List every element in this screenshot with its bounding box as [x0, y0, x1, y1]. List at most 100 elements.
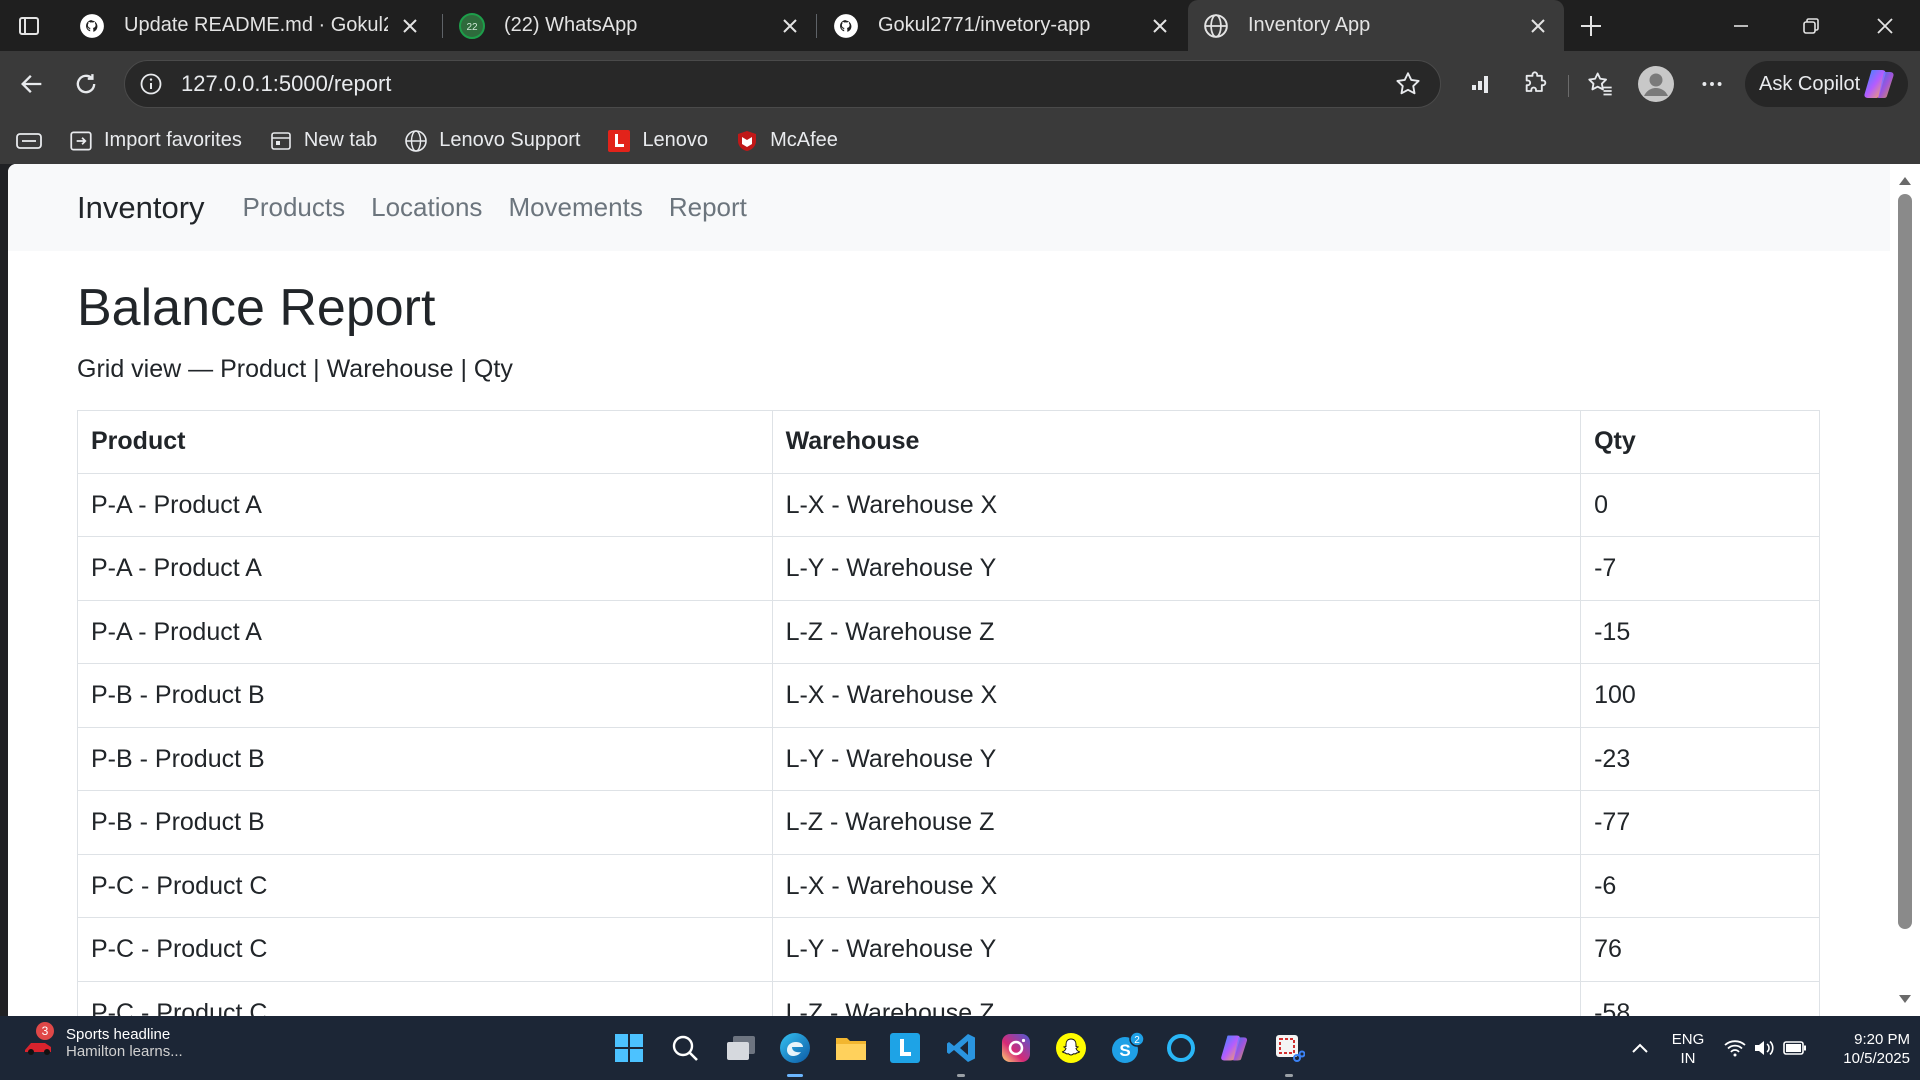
taskbar-snapchat[interactable]	[1052, 1029, 1090, 1067]
battery-status[interactable]	[1780, 1016, 1810, 1080]
taskbar-copilot[interactable]	[1216, 1029, 1254, 1067]
ask-copilot-button[interactable]: Ask Copilot	[1745, 61, 1908, 107]
restore-button[interactable]	[1776, 0, 1846, 51]
new-tab-button[interactable]	[1574, 9, 1608, 43]
scrollbar-thumb[interactable]	[1898, 194, 1912, 929]
sidebar-icon	[16, 132, 42, 149]
windows-start-icon	[615, 1034, 643, 1062]
cell-product: P-B - Product B	[77, 790, 773, 855]
tab-actions-button[interactable]	[14, 11, 44, 41]
page-subtitle: Grid view — Product | Warehouse | Qty	[77, 354, 513, 383]
more-menu-button[interactable]	[1692, 64, 1732, 104]
favorite-import[interactable]: Import favorites	[68, 128, 242, 154]
globe-icon	[1202, 12, 1230, 40]
back-button[interactable]	[12, 64, 52, 104]
scroll-down-arrow-icon[interactable]	[1896, 992, 1914, 1006]
favorite-lenovo-support[interactable]: Lenovo Support	[403, 128, 580, 154]
taskbar-vscode[interactable]	[942, 1029, 980, 1077]
close-tab-icon[interactable]	[1148, 14, 1172, 38]
tab-title: (22) WhatsApp	[504, 14, 638, 36]
taskbar-skype[interactable]: S2	[1108, 1029, 1146, 1067]
news-widget[interactable]: 3 Sports headline Hamilton learns...	[22, 1022, 183, 1060]
tab-title: Gokul2771/invetory-app	[878, 14, 1091, 36]
favorite-lenovo[interactable]: Lenovo	[606, 128, 708, 154]
svg-text:2: 2	[1134, 1035, 1140, 1046]
taskbar-file-explorer[interactable]	[832, 1029, 870, 1067]
close-tab-icon[interactable]	[1526, 14, 1550, 38]
whatsapp-icon: 22	[458, 12, 486, 40]
extension-button[interactable]	[1460, 64, 1500, 104]
taskbar-edge[interactable]	[776, 1029, 814, 1077]
vscode-icon	[947, 1034, 975, 1062]
favorite-label: Lenovo	[642, 129, 709, 151]
close-tab-icon[interactable]	[778, 14, 802, 38]
nav-link-locations[interactable]: Locations	[371, 192, 482, 223]
favorite-star-icon[interactable]	[1392, 68, 1424, 100]
taskbar-instagram[interactable]	[997, 1029, 1035, 1067]
taskbar-snipping-tool[interactable]	[1270, 1029, 1308, 1077]
table-row: P-B - Product B L-Y - Warehouse Y -23	[77, 726, 1820, 792]
close-icon	[1877, 17, 1893, 34]
restore-icon	[1803, 17, 1819, 34]
minimize-icon	[1734, 24, 1748, 27]
column-header-product: Product	[77, 409, 773, 474]
address-bar[interactable]: 127.0.0.1:5000/report	[124, 60, 1441, 108]
github-icon	[832, 12, 860, 40]
cell-warehouse: L-Z - Warehouse Z	[771, 599, 1582, 665]
region-code: IN	[1680, 1050, 1696, 1067]
navbar-brand[interactable]: Inventory	[77, 190, 205, 226]
tray-overflow-button[interactable]	[1622, 1016, 1658, 1080]
favorite-new-tab[interactable]: New tab	[268, 128, 377, 154]
sidebar-toggle-button[interactable]	[14, 128, 44, 154]
scroll-up-arrow-icon[interactable]	[1896, 174, 1914, 188]
folder-icon	[836, 1038, 866, 1060]
signal-extension-icon	[1472, 76, 1488, 93]
instagram-icon	[1002, 1034, 1030, 1062]
language-code: ENG	[1671, 1031, 1705, 1048]
start-button[interactable]	[610, 1029, 648, 1067]
wifi-status[interactable]	[1720, 1016, 1750, 1080]
globe-icon	[403, 128, 429, 154]
tab-separator	[816, 14, 817, 38]
nav-link-products[interactable]: Products	[243, 192, 346, 223]
volume-status[interactable]	[1750, 1016, 1778, 1080]
taskbar-cortana[interactable]	[1162, 1029, 1200, 1067]
task-view-icon	[727, 1036, 755, 1060]
extensions-button[interactable]	[1516, 64, 1556, 104]
cell-qty: 100	[1580, 663, 1820, 728]
minimize-button[interactable]	[1706, 0, 1776, 51]
table-row: P-B - Product B L-Z - Warehouse Z -77	[77, 790, 1820, 855]
favorite-mcafee[interactable]: McAfee	[734, 128, 838, 154]
import-icon	[68, 128, 94, 154]
speaker-icon	[1755, 1040, 1774, 1056]
task-view-button[interactable]	[722, 1029, 760, 1067]
nav-link-report[interactable]: Report	[669, 192, 747, 223]
tab-inventory-app[interactable]: Inventory App	[1188, 0, 1564, 51]
newtab-icon	[268, 128, 294, 154]
nav-link-movements[interactable]: Movements	[508, 192, 642, 223]
app-navbar: Inventory Products Locations Movements R…	[8, 164, 1890, 251]
page-scrollbar[interactable]	[1890, 164, 1920, 1016]
tab-github-repo[interactable]: Gokul2771/invetory-app	[818, 0, 1186, 51]
close-window-button[interactable]	[1850, 0, 1920, 51]
plus-icon	[1581, 16, 1601, 36]
taskbar-lenovo-app[interactable]	[886, 1029, 924, 1067]
favorites-star-list-icon	[1588, 72, 1612, 96]
close-tab-icon[interactable]	[398, 14, 422, 38]
cortana-ring-icon	[1167, 1034, 1195, 1062]
battery-icon	[1783, 1041, 1806, 1055]
tab-whatsapp[interactable]: 22 (22) WhatsApp	[444, 0, 816, 51]
language-indicator[interactable]: ENG IN	[1664, 1030, 1712, 1068]
cell-product: P-A - Product A	[77, 536, 773, 601]
page-title: Balance Report	[77, 279, 436, 337]
tab-github-readme[interactable]: Update README.md · Gokul2771/	[64, 0, 436, 51]
favorites-button[interactable]	[1580, 64, 1620, 104]
refresh-button[interactable]	[66, 64, 106, 104]
system-clock[interactable]: 9:20 PM 10/5/2025	[1816, 1030, 1910, 1068]
profile-button[interactable]	[1636, 64, 1676, 104]
site-info-icon[interactable]	[137, 70, 165, 98]
url-text[interactable]: 127.0.0.1:5000/report	[181, 71, 1392, 97]
avatar-icon	[1638, 66, 1674, 102]
search-button[interactable]	[666, 1029, 704, 1067]
tab-title: Update README.md · Gokul2771/	[124, 14, 388, 36]
